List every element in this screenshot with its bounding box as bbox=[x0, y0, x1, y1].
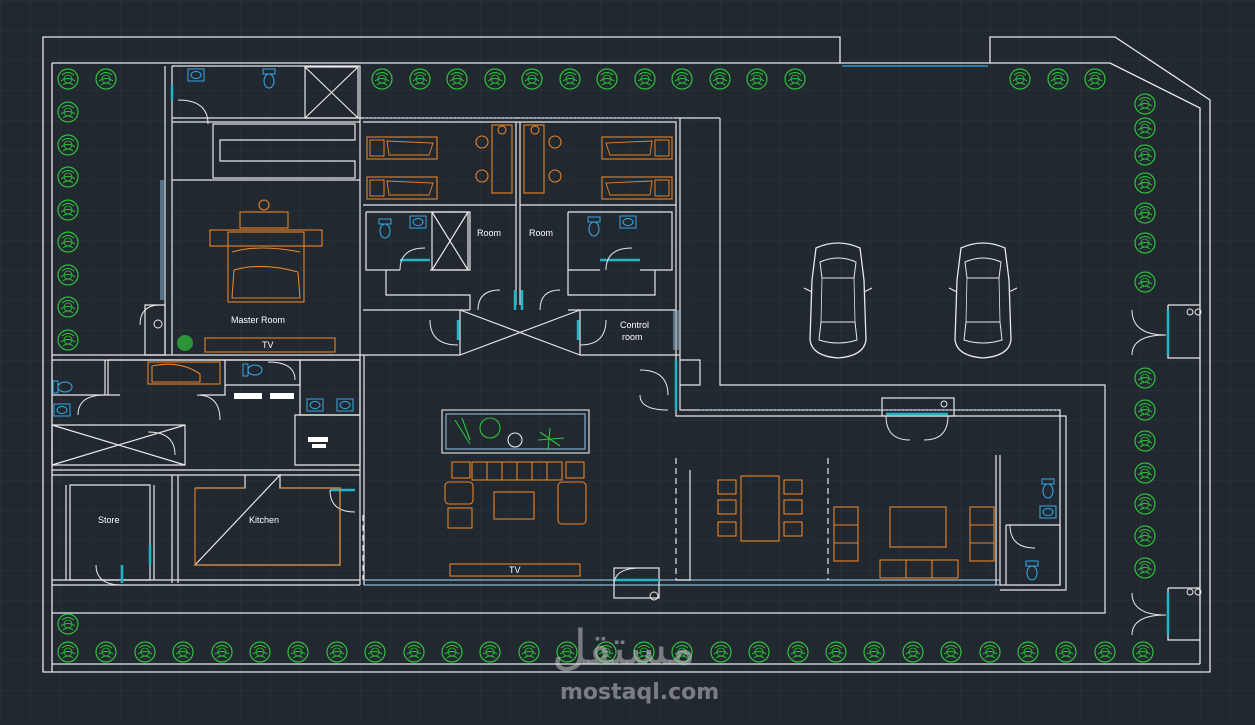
tv-label-master: TV bbox=[262, 340, 274, 350]
watermark-latin: mostaql.com bbox=[560, 680, 720, 705]
store-label: Store bbox=[98, 515, 120, 525]
master-room-label: Master Room bbox=[231, 315, 286, 325]
kitchen-label: Kitchen bbox=[249, 515, 280, 525]
room-right-label: Room bbox=[529, 228, 554, 238]
control-room-label-line2: room bbox=[622, 332, 643, 342]
watermark-arabic: مستقل bbox=[552, 620, 696, 676]
tv-label-living: TV bbox=[509, 565, 521, 575]
control-room-label-line1: Control bbox=[620, 320, 650, 330]
room-left-label: Room bbox=[477, 228, 502, 238]
plant-icon bbox=[177, 335, 193, 351]
floor-plan-canvas: Master Room TV Room Room Control room St… bbox=[0, 0, 1255, 720]
floor-plan-drawing bbox=[0, 0, 1255, 720]
